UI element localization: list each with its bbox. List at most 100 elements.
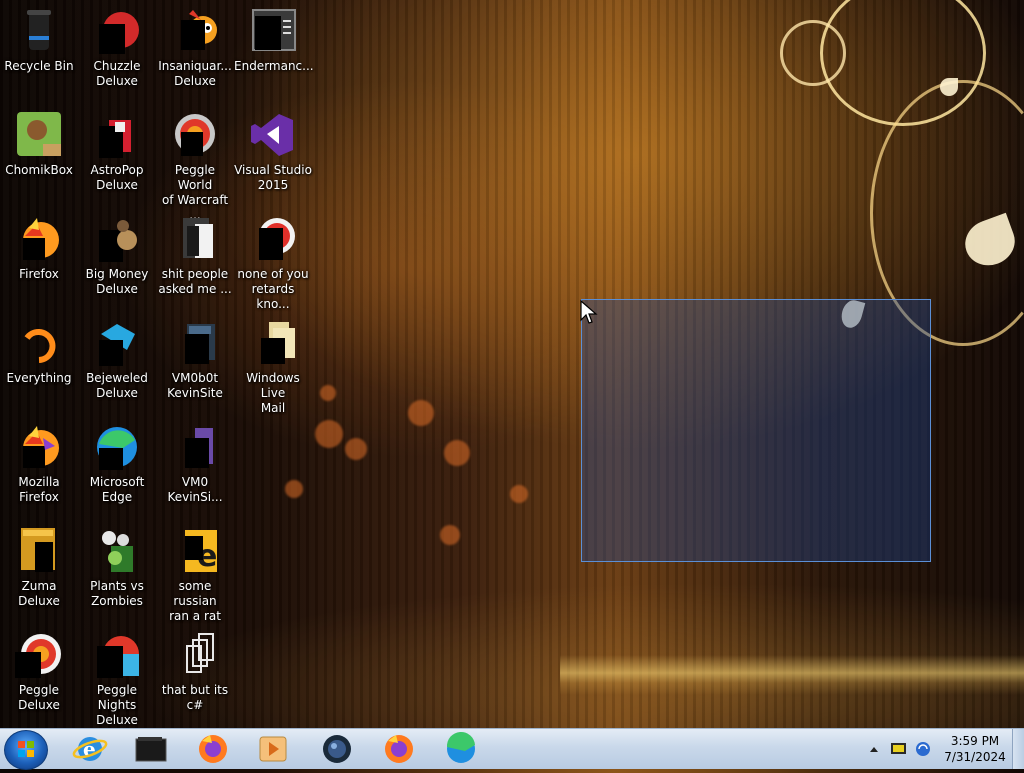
show-hidden-icons-arrow-icon[interactable]	[868, 743, 880, 755]
desktop-icon-bejeweled-deluxe[interactable]: Bejeweled Deluxe	[78, 320, 156, 401]
windows-logo-icon	[18, 741, 34, 757]
desktop-icon-vm0b0t-kevinsite[interactable]: VM0b0t KevinSite	[156, 320, 234, 401]
insaniquarium-icon	[171, 8, 219, 54]
icon-label: Microsoft Edge	[89, 475, 145, 504]
firefox-icon	[385, 735, 413, 763]
desktop-icon-insaniquarium-deluxe[interactable]: Insaniquar... Deluxe	[156, 8, 234, 89]
desktop-icon-chomikbox[interactable]: ChomikBox	[0, 112, 78, 178]
wallpaper-bokeh	[285, 480, 303, 498]
taskbar-dark-globe[interactable]	[314, 731, 360, 767]
wallpaper-glow	[560, 655, 1024, 695]
desktop-icon-that-but-its-csharp[interactable]: that but its c#	[156, 632, 234, 713]
folder-icon	[171, 216, 219, 262]
icon-label: VM0b0t KevinSite	[167, 371, 223, 400]
icon-label: Recycle Bin	[4, 59, 74, 73]
desktop-icon-chuzzle-deluxe[interactable]: Chuzzle Deluxe	[78, 8, 156, 89]
clock-time: 3:59 PM	[950, 734, 1000, 748]
wallpaper-bokeh	[408, 400, 434, 426]
icon-label: Mozilla Firefox	[18, 475, 60, 504]
icon-label: Chuzzle Deluxe	[93, 59, 141, 88]
endermanch-icon	[249, 8, 297, 54]
clock-date: 7/31/2024	[944, 750, 1006, 764]
icon-label: Plants vs Zombies	[90, 579, 144, 608]
desktop-icon-big-money-deluxe[interactable]: Big Money Deluxe	[78, 216, 156, 297]
icon-label: shit people asked me ...	[158, 267, 232, 296]
tray-battery-icon[interactable]	[890, 741, 908, 757]
desktop-icon-firefox[interactable]: Firefox	[0, 216, 78, 282]
edge-icon	[446, 731, 475, 763]
peggle-icon	[15, 632, 63, 678]
desktop-icon-peggle-nights-deluxe[interactable]: Peggle Nights Deluxe	[78, 632, 156, 728]
desktop-icon-vm0-kevinsite[interactable]: VM0 KevinSi...	[156, 424, 234, 505]
desktop-icon-visual-studio-2015[interactable]: Visual Studio 2015	[234, 112, 312, 193]
vm0-icon	[171, 424, 219, 470]
windows-stack-icon	[171, 632, 219, 678]
wallpaper-bokeh	[345, 438, 367, 460]
taskbar-edge[interactable]	[438, 731, 484, 767]
icon-label: none of you retards kno...	[237, 267, 309, 311]
icon-label: that but its c#	[161, 683, 229, 712]
astropop-icon	[93, 112, 141, 158]
icon-label: Big Money Deluxe	[85, 267, 149, 296]
desktop-icon-astropop-deluxe[interactable]: AstroPop Deluxe	[78, 112, 156, 193]
desktop-icon-microsoft-edge[interactable]: Microsoft Edge	[78, 424, 156, 505]
desktop-icon-endermanch[interactable]: Endermanc...	[234, 8, 314, 74]
desktop-icon-peggle-deluxe[interactable]: Peggle Deluxe	[0, 632, 78, 713]
recycle-bin-icon	[15, 8, 63, 54]
mouse-cursor-icon	[580, 300, 598, 324]
bejeweled-icon	[93, 320, 141, 366]
icon-label: Zuma Deluxe	[18, 579, 60, 608]
taskbar: e 3:59 PM 7/31/2024	[0, 728, 1024, 770]
globe-icon	[323, 735, 351, 763]
icon-label: Insaniquar... Deluxe	[158, 59, 232, 88]
red-circle-icon	[249, 216, 297, 262]
visual-studio-icon	[249, 112, 297, 158]
icon-label: AstroPop Deluxe	[90, 163, 144, 192]
zuma-icon	[15, 528, 63, 574]
start-button[interactable]	[4, 730, 48, 770]
icon-label: Endermanc...	[234, 59, 314, 73]
desktop-icon-everything[interactable]: Everything	[0, 320, 78, 386]
folder-icon	[135, 737, 167, 762]
show-desktop-button[interactable]	[1012, 729, 1024, 769]
desktop-icon-recycle-bin[interactable]: Recycle Bin	[0, 8, 78, 74]
desktop-icon-none-of-you[interactable]: none of you retards kno...	[234, 216, 312, 312]
wallpaper-swirl	[780, 20, 846, 86]
desktop-icon-windows-live-mail[interactable]: Windows Live Mail	[234, 320, 312, 416]
taskbar-internet-explorer[interactable]: e	[68, 731, 114, 767]
icon-label: Everything	[6, 371, 72, 385]
desktop-icon-mozilla-firefox[interactable]: Mozilla Firefox	[0, 424, 78, 505]
desktop-icon-shit-people-asked-me[interactable]: shit people asked me ...	[156, 216, 234, 297]
icon-label: Peggle Deluxe	[18, 683, 60, 712]
everything-icon	[15, 320, 63, 366]
icon-label: some russian ran a rat	[169, 579, 221, 623]
wallpaper-bokeh	[320, 385, 336, 401]
media-player-icon	[259, 736, 287, 762]
desktop-icon-peggle-world-of-warcraft[interactable]: Peggle World of Warcraft ...	[156, 112, 234, 223]
icon-label: Firefox	[19, 267, 59, 281]
desktop-icon-plants-vs-zombies[interactable]: Plants vs Zombies	[78, 528, 156, 609]
mail-icon	[249, 320, 297, 366]
taskbar-media-player[interactable]	[250, 731, 296, 767]
system-clock[interactable]: 3:59 PM 7/31/2024	[940, 733, 1010, 765]
icon-label: Peggle Nights Deluxe	[96, 683, 138, 727]
desktop-icon-some-russian-ran-a-rat[interactable]: e some russian ran a rat	[156, 528, 234, 624]
wallpaper-bokeh	[315, 420, 343, 448]
desktop-icon-zuma-deluxe[interactable]: Zuma Deluxe	[0, 528, 78, 609]
icon-label: Bejeweled Deluxe	[86, 371, 148, 400]
marquee-selection	[581, 299, 931, 562]
firefox-icon	[15, 424, 63, 470]
big-money-icon	[93, 216, 141, 262]
tray-network-icon[interactable]	[914, 740, 932, 758]
vm0b0t-icon	[171, 320, 219, 366]
edge-icon	[93, 424, 141, 470]
wallpaper-bokeh	[510, 485, 528, 503]
icon-label: VM0 KevinSi...	[167, 475, 223, 504]
rat-icon: e	[171, 528, 219, 574]
taskbar-firefox-2[interactable]	[376, 731, 422, 767]
peggle-nights-icon	[93, 632, 141, 678]
firefox-icon	[199, 735, 227, 763]
icon-label: Windows Live Mail	[246, 371, 300, 415]
taskbar-firefox[interactable]	[190, 731, 236, 767]
taskbar-black-folder[interactable]	[128, 731, 174, 767]
